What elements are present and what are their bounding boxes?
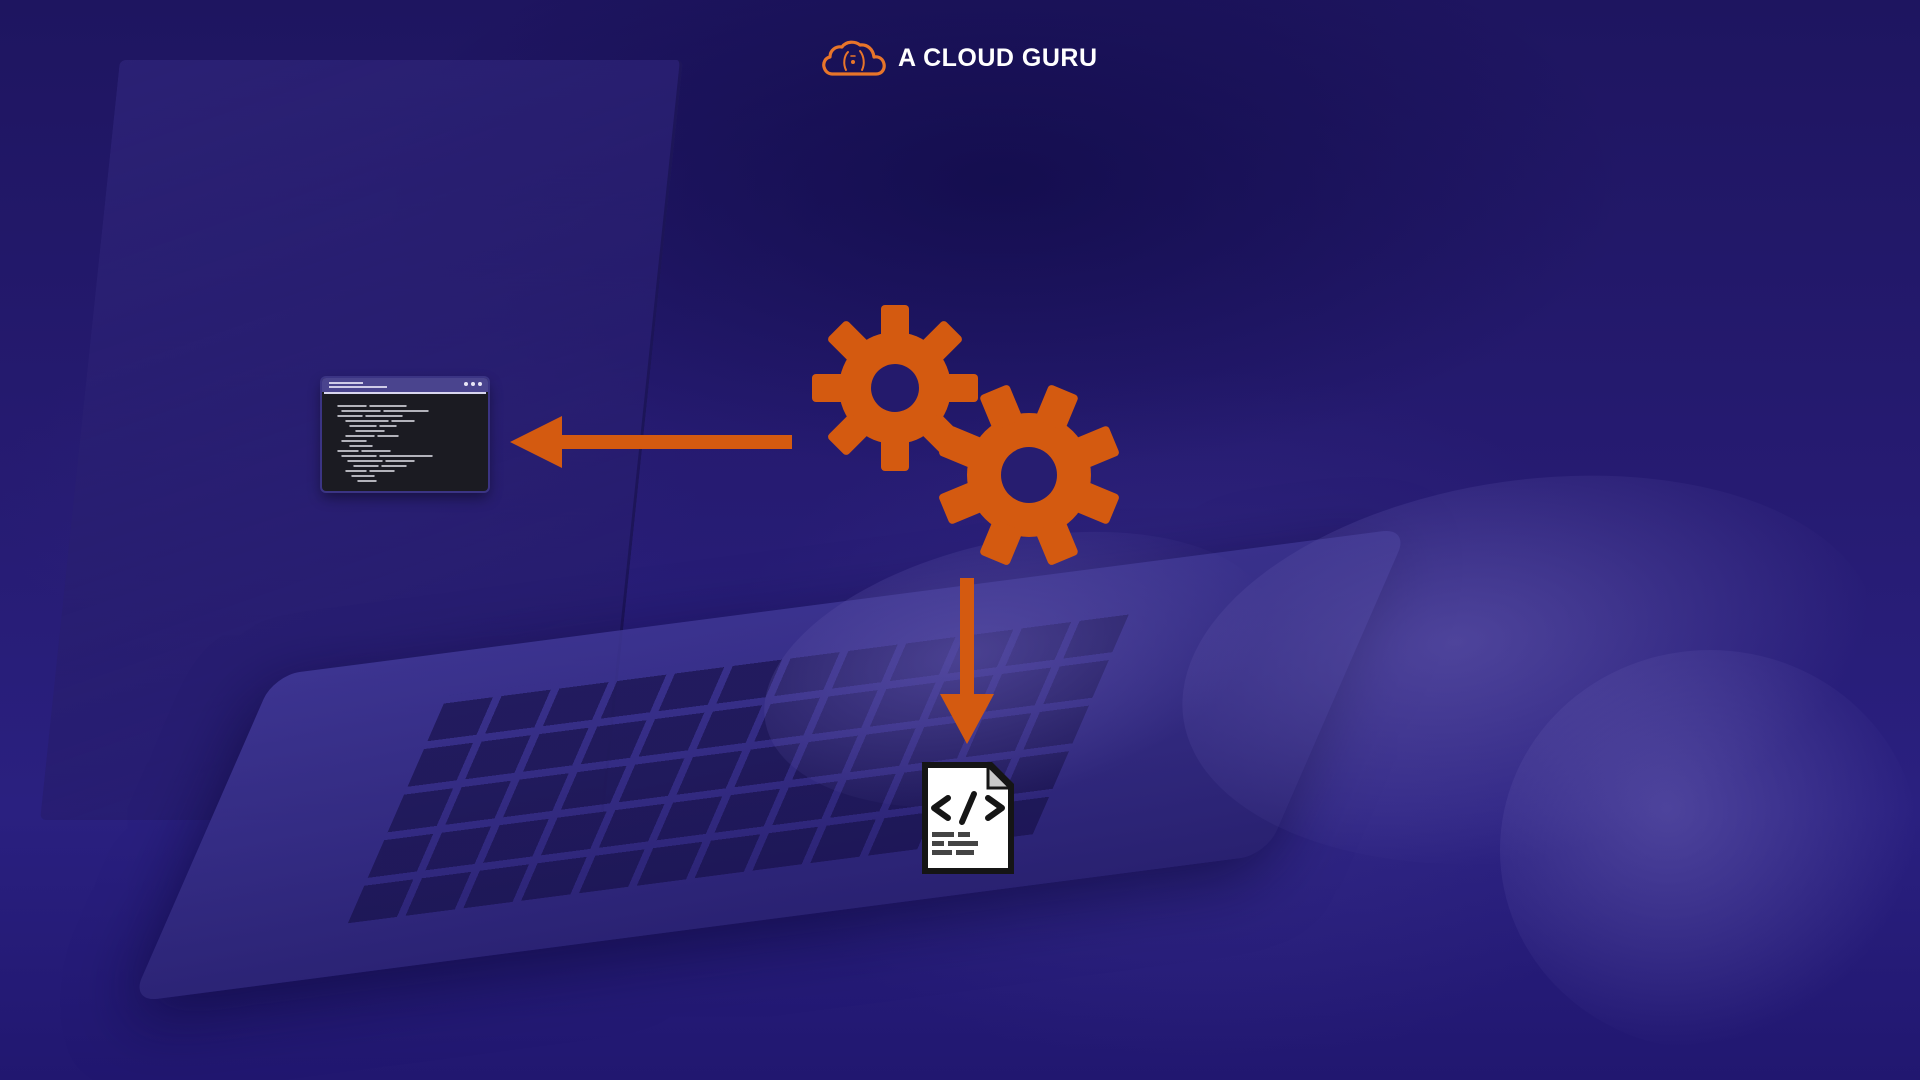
brand-name: A CLOUD GURU bbox=[898, 43, 1098, 72]
brand-header: A CLOUD GURU bbox=[822, 34, 1098, 82]
arrow-down-icon bbox=[940, 578, 994, 744]
terminal-title-bar bbox=[322, 378, 488, 392]
terminal-divider bbox=[324, 392, 486, 394]
code-file-icon bbox=[922, 762, 1014, 874]
terminal-window-controls bbox=[464, 382, 482, 386]
slide: A CLOUD GURU bbox=[0, 0, 1920, 1080]
gear-icon bbox=[937, 383, 1121, 567]
arm-backdrop bbox=[1500, 650, 1920, 1050]
terminal-code-lines bbox=[337, 405, 433, 482]
cloud-logo-icon bbox=[822, 38, 886, 78]
terminal-title-lines bbox=[329, 382, 387, 388]
terminal-window-icon bbox=[322, 378, 488, 491]
arrow-left-icon bbox=[510, 416, 792, 468]
